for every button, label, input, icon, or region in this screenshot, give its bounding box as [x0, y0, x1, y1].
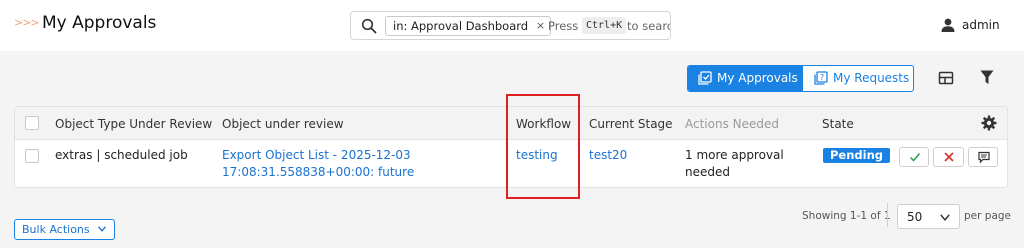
- bulk-actions-label: Bulk Actions: [22, 223, 90, 236]
- user-name: admin: [962, 18, 1000, 32]
- my-requests-label: My Requests: [833, 71, 910, 85]
- view-toggle: My Approvals ? My Requests: [687, 65, 914, 92]
- search-scope-chip: in: Approval Dashboard ×: [385, 16, 552, 36]
- cell-object-line1: Export Object List - 2025-12-03: [222, 148, 411, 162]
- cell-actions-line2: needed: [685, 165, 730, 179]
- table-header: Object Type Under Review Object under re…: [15, 107, 1007, 140]
- top-bar: >>> My Approvals in: Approval Dashboard …: [0, 0, 1024, 51]
- column-header-object[interactable]: Object under review: [222, 117, 344, 131]
- approvals-table: Object Type Under Review Object under re…: [14, 106, 1008, 188]
- chevron-down-icon: [940, 214, 950, 221]
- pagination-divider: [887, 203, 888, 227]
- deny-button[interactable]: [933, 147, 964, 167]
- cell-object-type: extras | scheduled job: [55, 148, 188, 162]
- column-header-current-stage[interactable]: Current Stage: [589, 117, 673, 131]
- chevron-down-icon: [97, 226, 106, 232]
- my-requests-button[interactable]: ? My Requests: [803, 66, 913, 91]
- cell-object-line2: 17:08:31.558838+00:00: future: [222, 165, 415, 179]
- page-size-value: 50: [907, 210, 923, 224]
- page-title: My Approvals: [42, 13, 157, 33]
- column-header-workflow[interactable]: Workflow: [516, 117, 571, 131]
- cell-object-link[interactable]: Export Object List - 2025-12-03 17:08:31…: [222, 147, 414, 181]
- status-badge: Pending: [823, 148, 891, 163]
- page-size-select[interactable]: 50: [897, 204, 960, 229]
- search-icon: [361, 18, 377, 34]
- svg-text:?: ?: [820, 73, 824, 82]
- user-icon: [941, 18, 955, 32]
- requests-icon: ?: [814, 71, 828, 85]
- bulk-actions-button[interactable]: Bulk Actions: [14, 219, 115, 240]
- search-scope-label: in: Approval Dashboard: [393, 19, 529, 33]
- layout-icon[interactable]: [938, 70, 954, 86]
- gear-icon[interactable]: [981, 115, 997, 131]
- search-shortcut-key: Ctrl+K: [582, 17, 627, 34]
- check-icon: [909, 153, 921, 162]
- approvals-icon: [698, 71, 712, 85]
- comment-button[interactable]: [968, 147, 998, 167]
- row-checkbox[interactable]: [25, 149, 39, 163]
- comment-icon: [978, 151, 990, 163]
- per-page-label: per page: [964, 210, 1012, 222]
- column-header-actions-needed: Actions Needed: [685, 117, 780, 131]
- search-input[interactable]: in: Approval Dashboard × Press Ctrl+K to…: [350, 11, 671, 40]
- column-header-object-type[interactable]: Object Type Under Review: [55, 117, 212, 131]
- pagination-summary: Showing 1-1 of 1: [802, 210, 891, 222]
- cell-actions-needed: 1 more approval needed: [685, 147, 784, 181]
- close-icon[interactable]: ×: [536, 17, 545, 35]
- cell-actions-line1: 1 more approval: [685, 148, 784, 162]
- cell-workflow-link[interactable]: testing: [516, 147, 558, 164]
- approve-button[interactable]: [899, 147, 929, 167]
- column-header-state[interactable]: State: [822, 117, 854, 131]
- my-approvals-button[interactable]: My Approvals: [688, 66, 803, 91]
- my-approvals-label: My Approvals: [717, 71, 798, 85]
- search-hint-suffix: to search: [627, 19, 670, 33]
- filter-icon[interactable]: [980, 70, 994, 85]
- x-icon: [944, 152, 954, 162]
- cell-current-stage-link[interactable]: test20: [589, 147, 627, 164]
- breadcrumb-chevrons: >>>: [14, 16, 40, 29]
- select-all-checkbox[interactable]: [25, 116, 39, 130]
- search-hint-press: Press: [548, 19, 579, 33]
